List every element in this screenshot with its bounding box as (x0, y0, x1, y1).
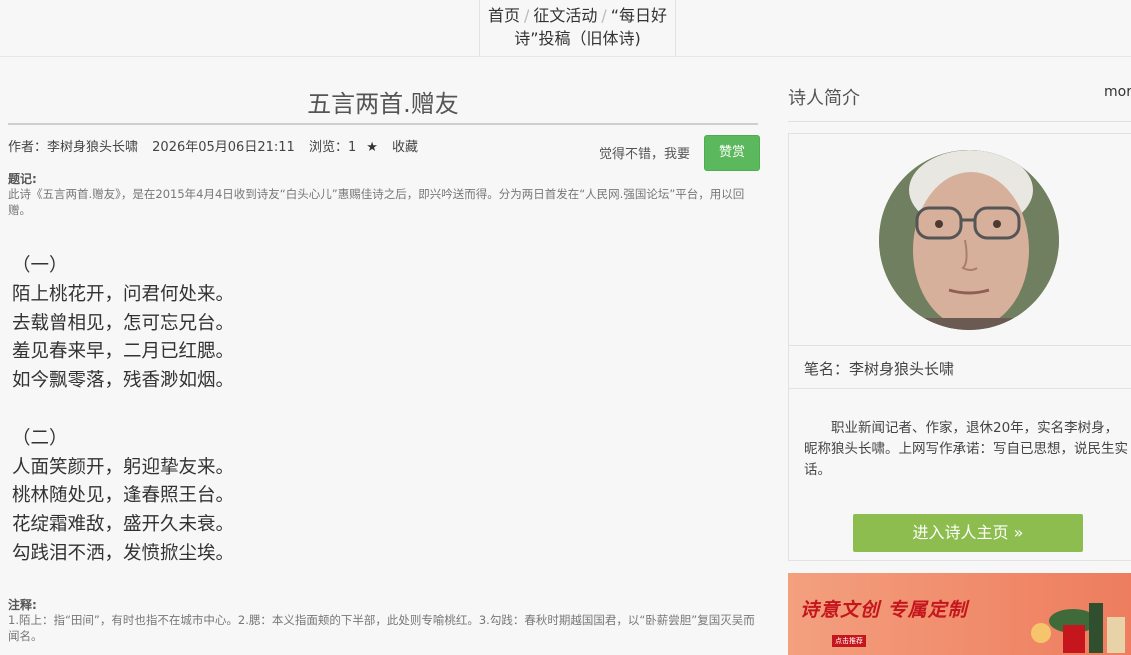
poem-line: 去载曾相见，怎可忘兄台。 (12, 312, 235, 334)
publish-datetime: 2026年05月06日21:11 (152, 140, 295, 155)
banner-text: 诗意文创 专属定制 (800, 599, 968, 621)
breadcrumb-activity-link[interactable]: 征文活动 (533, 6, 597, 25)
avatar[interactable] (879, 150, 1059, 330)
poem-line: 勾践泪不洒，发愤掀尘埃。 (12, 542, 235, 564)
poem-line: 如今飘零落，残香渺如烟。 (12, 370, 235, 392)
poem-title: 五言两首.赠友 (307, 90, 459, 118)
reward-button[interactable]: 赞赏 (704, 135, 760, 171)
like-prompt: 觉得不错，我要 (599, 147, 691, 162)
banner-decoration-icon (1031, 603, 1125, 653)
poem-line: 羞见春来早，二月已红腮。 (12, 341, 235, 363)
poet-card: 笔名：李树身狼头长啸 职业新闻记者、作家，退休20年，实名李树身，昵称狼头长啸。… (788, 133, 1131, 561)
poem-line: 人面笑颜开，躬迎挚友来。 (12, 456, 235, 478)
author-label: 作者：李树身狼头长啸 (8, 140, 139, 155)
breadcrumb-separator: / (601, 6, 607, 25)
star-icon[interactable]: ★ (366, 140, 378, 155)
inscription-text: 此诗《五言两首.赠友》，是在2015年4月4日收到诗友“白头心儿”惠赐佳诗之后，… (8, 187, 745, 217)
poem-body: （一） 陌上桃花开，问君何处来。 去载曾相见，怎可忘兄台。 羞见春来早，二月已红… (12, 252, 234, 569)
poem-line: 陌上桃花开，问君何处来。 (12, 283, 235, 305)
card-divider (789, 345, 1131, 346)
title-divider (8, 123, 758, 125)
notes-label: 注释: (8, 598, 37, 612)
poet-bio: 职业新闻记者、作家，退休20年，实名李树身，昵称狼头长啸。上网写作承诺：写自已思… (804, 420, 1128, 478)
view-count: 浏览：1 (308, 140, 357, 155)
more-link[interactable]: mor (1104, 84, 1131, 100)
breadcrumb: 首页 / 征文活动 / “每日好诗”投稿（旧体诗) (479, 0, 676, 56)
poem-line: 花绽霜难敌，盛开久未衰。 (12, 514, 235, 536)
favorite-link[interactable]: 收藏 (392, 140, 418, 155)
notes-text: 1.陌上：指“田间”，有时也指不在城市中心。2.腮：本义指面颊的下半部，此处则专… (8, 613, 755, 643)
sidebar-divider (788, 121, 1131, 122)
top-bar: 首页 / 征文活动 / “每日好诗”投稿（旧体诗) (0, 0, 1131, 57)
poem-line: （二） (12, 427, 68, 449)
poet-homepage-button[interactable]: 进入诗人主页 » (853, 514, 1083, 552)
article-meta: 作者：李树身狼头长啸 2026年05月06日21:11 浏览：1 ★ 收藏 (8, 136, 428, 155)
avatar-portrait (879, 150, 1059, 330)
promo-banner[interactable]: 诗意文创 专属定制 点击推荐 (788, 573, 1131, 655)
stanza-gap (12, 396, 234, 425)
inscription-label: 题记: (8, 172, 37, 186)
card-divider (789, 388, 1131, 389)
banner-tag: 点击推荐 (832, 635, 866, 647)
poem-line: （一） (12, 255, 68, 276)
poet-intro-heading: 诗人简介 (788, 88, 860, 109)
breadcrumb-home-link[interactable]: 首页 (488, 6, 520, 25)
breadcrumb-separator: / (523, 6, 530, 25)
poem-line: 桃林随处见，逢春照王台。 (12, 485, 235, 507)
pen-name: 笔名：李树身狼头长啸 (804, 360, 955, 378)
